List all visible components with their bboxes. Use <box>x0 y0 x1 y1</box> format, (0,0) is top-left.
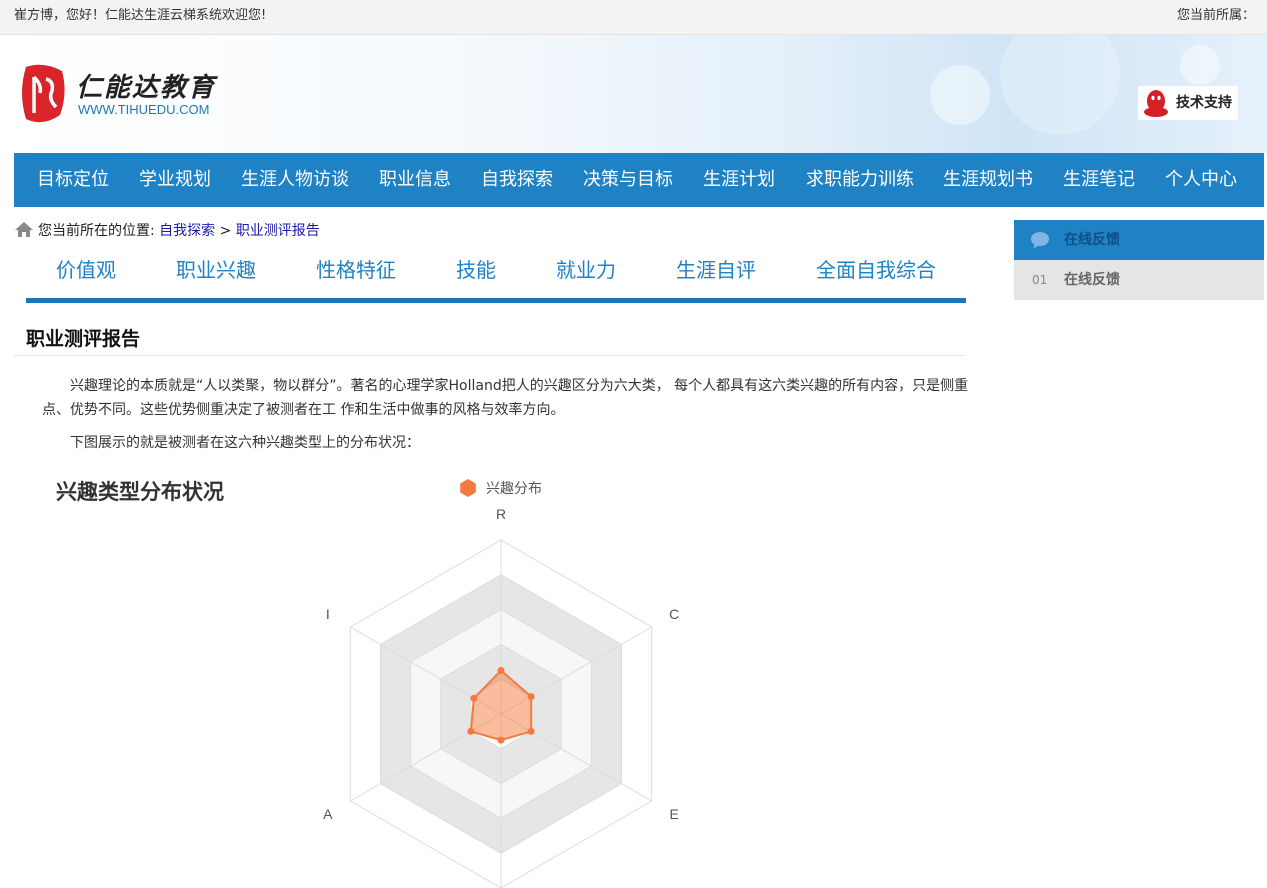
breadcrumb-link-self-explore[interactable]: 自我探索 <box>159 223 215 239</box>
tab-personality[interactable]: 性格特征 <box>316 254 396 283</box>
radar-label-A: A <box>323 806 333 822</box>
radar-label-I: I <box>326 606 330 622</box>
report-title: 职业测评报告 <box>26 328 141 350</box>
nav-item-career-plan[interactable]: 生涯计划 <box>703 153 775 207</box>
radar-label-C: C <box>669 606 679 622</box>
sidebar-header-label: 在线反馈 <box>1064 232 1120 248</box>
greeting-text: 崔方博，您好！仁能达生涯云梯系统欢迎您! <box>14 8 267 23</box>
logo-url: WWW.TIHUEDU.COM <box>78 102 210 117</box>
chart-title: 兴趣类型分布状况 <box>56 480 224 504</box>
main-nav: 目标定位 学业规划 生涯人物访谈 职业信息 自我探索 决策与目标 生涯计划 求职… <box>14 153 1264 207</box>
legend-hexagon-icon <box>460 479 476 497</box>
nav-item-personal[interactable]: 个人中心 <box>1165 153 1237 207</box>
intro-paragraph: 兴趣理论的本质就是“人以类聚，物以群分”。著名的心理学家Holland把人的兴趣… <box>42 374 972 422</box>
tech-support-label: 技术支持 <box>1176 95 1232 111</box>
legend-label: 兴趣分布 <box>486 480 542 496</box>
nav-item-goal[interactable]: 目标定位 <box>37 153 109 207</box>
radar-label-R: R <box>496 506 506 522</box>
nav-item-plan-book[interactable]: 生涯规划书 <box>943 153 1033 207</box>
tab-comprehensive[interactable]: 全面自我综合 <box>816 254 936 283</box>
radar-point-R <box>497 667 505 674</box>
tab-self-evaluation[interactable]: 生涯自评 <box>676 254 756 283</box>
logo-mark-icon <box>22 64 65 123</box>
radar-point-S <box>497 736 505 744</box>
nav-item-job-training[interactable]: 求职能力训练 <box>806 153 914 207</box>
top-bar: 崔方博，您好！仁能达生涯云梯系统欢迎您! 您当前所属： <box>0 0 1267 35</box>
nav-item-decision[interactable]: 决策与目标 <box>583 153 673 207</box>
tab-career-interest[interactable]: 职业兴趣 <box>176 254 256 283</box>
sidebar-item-number: 01 <box>1032 273 1048 287</box>
sidebar-item-feedback[interactable]: 01 在线反馈 <box>1014 260 1264 300</box>
sidebar-header: 在线反馈 <box>1014 220 1264 260</box>
nav-item-career-interview[interactable]: 生涯人物访谈 <box>241 153 349 207</box>
home-icon <box>15 222 33 237</box>
sub-tabs: 价值观 职业兴趣 性格特征 技能 就业力 生涯自评 全面自我综合 <box>26 248 966 303</box>
tab-employability[interactable]: 就业力 <box>556 254 616 283</box>
location-text: 您当前所属： <box>1176 8 1255 23</box>
nav-item-study-plan[interactable]: 学业规划 <box>139 153 211 207</box>
tech-support-button[interactable]: 技术支持 <box>1138 86 1238 120</box>
breadcrumb-separator: > <box>219 223 232 239</box>
tab-skills[interactable]: 技能 <box>456 254 496 283</box>
radar-point-C <box>527 693 535 701</box>
radar-label-E: E <box>670 806 679 822</box>
radar-point-I <box>470 694 478 702</box>
qq-penguin-icon <box>1144 90 1168 117</box>
sidebar-item-label: 在线反馈 <box>1064 272 1120 288</box>
tab-values[interactable]: 价值观 <box>56 254 116 283</box>
interest-radar-chart: RCESAI兴趣分布 <box>323 479 679 888</box>
breadcrumb-text: 您当前所在的位置: 自我探索 > 职业测评报告 <box>38 220 320 242</box>
breadcrumb-link-report[interactable]: 职业测评报告 <box>236 223 320 239</box>
chat-bubble-icon <box>1031 232 1049 249</box>
intro-text: 兴趣理论的本质就是“人以类聚，物以群分”。著名的心理学家Holland把人的兴趣… <box>42 378 969 418</box>
nav-item-job-info[interactable]: 职业信息 <box>379 153 451 207</box>
logo-title: 仁能达教育 <box>76 73 217 103</box>
logo[interactable]: 仁能达教育 WWW.TIHUEDU.COM <box>18 61 228 125</box>
header-banner: 仁能达教育 WWW.TIHUEDU.COM 技术支持 <box>0 35 1267 153</box>
divider <box>14 355 964 356</box>
radar-point-E <box>527 727 535 735</box>
nav-item-notes[interactable]: 生涯笔记 <box>1063 153 1135 207</box>
chart-intro-paragraph: 下图展示的就是被测者在这六种兴趣类型上的分布状况： <box>42 431 972 455</box>
nav-item-self-explore[interactable]: 自我探索 <box>481 153 553 207</box>
breadcrumb-prefix: 您当前所在的位置: <box>38 223 155 239</box>
chart-intro-text: 下图展示的就是被测者在这六种兴趣类型上的分布状况： <box>70 435 420 451</box>
radar-point-A <box>467 727 475 735</box>
